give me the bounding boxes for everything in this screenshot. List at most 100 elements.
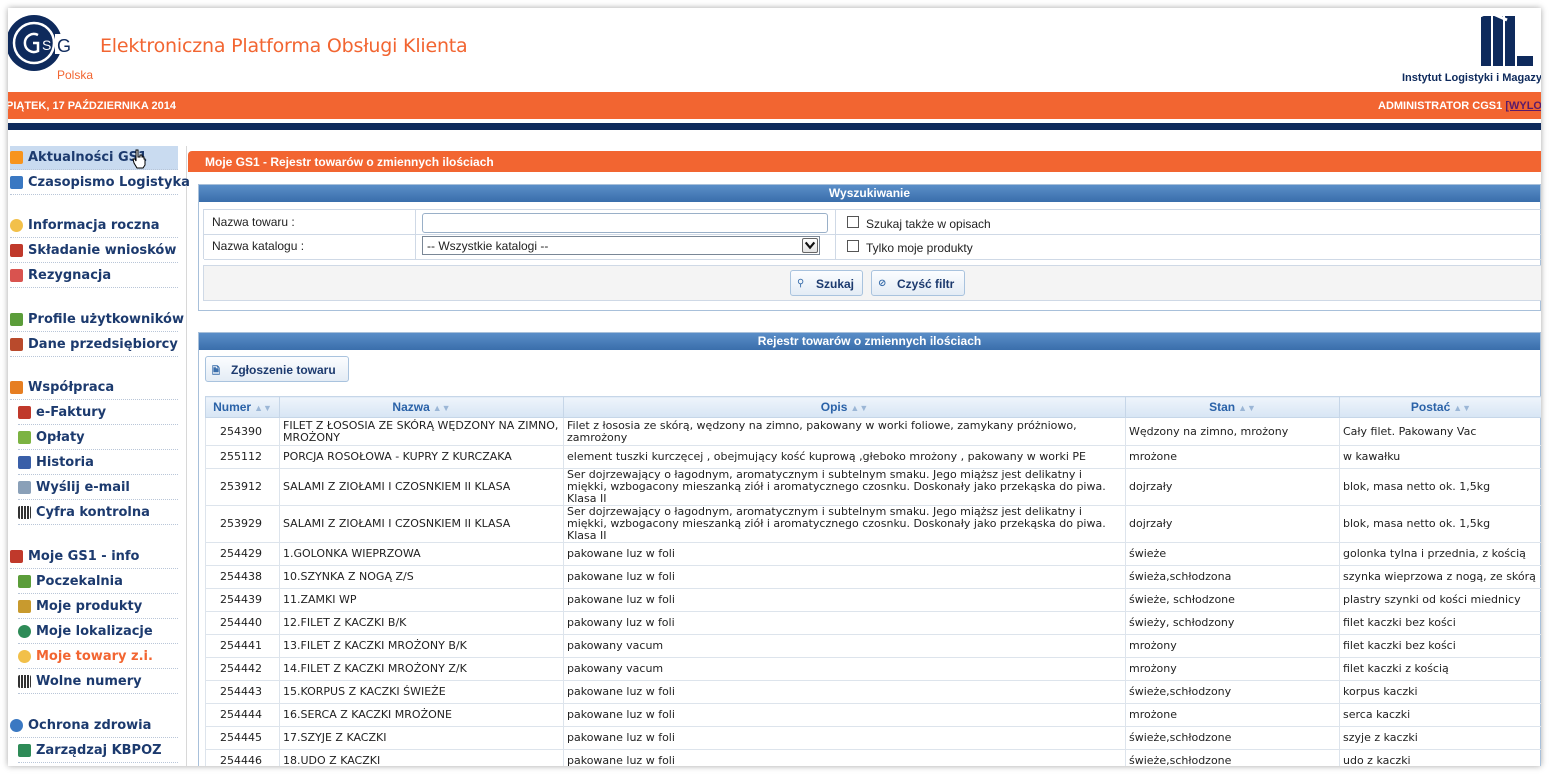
cell-opis: Ser dojrzewający o łagodnym, aromatyczny… <box>563 505 1126 543</box>
app-title: Elektroniczna Platforma Obsługi Klienta <box>100 35 468 57</box>
search-icon: ⚲ <box>797 278 805 289</box>
table-row[interactable]: 254442 14.FILET Z KACZKI MROŻONY Z/K pakow… <box>205 657 1541 681</box>
cell-opis: pakowane luz w foli <box>563 680 1126 704</box>
sidebar-item-dane[interactable]: Dane przedsiębiorcy <box>10 333 178 357</box>
invoice-icon <box>18 406 31 419</box>
sidebar-item-label: Moje lokalizacje <box>36 624 153 639</box>
sidebar-item-produkty[interactable]: Moje produkty <box>18 595 178 619</box>
name-label: Nazwa towaru : <box>212 215 295 229</box>
table-row[interactable]: 254439 11.ZAMKI WP pakowane luz w foli świe… <box>205 588 1541 612</box>
sidebar-item-towary-zi[interactable]: Moje towary z.i. <box>18 645 178 669</box>
sidebar-item-poczekalnia[interactable]: Poczekalnia <box>18 570 178 594</box>
cell-nazwa: 1.GOLONKA WIEPRZOWA <box>279 542 564 566</box>
catalog-select[interactable]: -- Wszystkie katalogi -- <box>422 236 820 255</box>
table-row[interactable]: 253929 SALAMI Z ZIOŁAMI I CZOSNKIEM II KL… <box>205 505 1541 543</box>
cell-numer: 253929 <box>205 505 280 543</box>
cell-stan: świeże,schłodzone <box>1125 749 1340 766</box>
register-table-wrap: Numer ▲▼ Nazwa ▲▼ Opis ▲▼ Stan ▲▼ Postać ▲▼ 2… <box>205 396 1541 766</box>
column-header-nazwa[interactable]: Nazwa ▲▼ <box>279 396 564 418</box>
sidebar-item-czasopismo[interactable]: Czasopismo Logistyka <box>10 171 190 195</box>
company-icon <box>10 338 23 351</box>
cell-stan: świeży, schłodzony <box>1125 611 1340 635</box>
clear-filter-button[interactable]: ⊘ Czyść filtr <box>871 270 965 296</box>
sidebar-item-aktualnosci[interactable]: Aktualności GS1 <box>10 146 178 170</box>
users-icon <box>10 313 23 326</box>
sidebar-item-ochrona[interactable]: Ochrona zdrowia <box>10 714 178 738</box>
sidebar-item-label: Profile użytkowników <box>28 312 184 327</box>
search-button[interactable]: ⚲ Szukaj <box>790 270 863 296</box>
table-row[interactable]: 254446 18.UDO Z KACZKI pakowane luz w foli… <box>205 749 1541 766</box>
cell-stan: świeże <box>1125 542 1340 566</box>
form-divider <box>415 210 416 260</box>
cell-stan: dojrzały <box>1125 505 1340 543</box>
sidebar-item-label: Ochrona zdrowia <box>28 718 152 733</box>
book-icon <box>18 744 31 757</box>
sidebar-item-wspolpraca[interactable]: Współpraca <box>10 376 178 400</box>
table-row[interactable]: 254438 10.SZYNKA Z NOGĄ Z/S pakowane luz w… <box>205 565 1541 589</box>
info-icon <box>10 219 23 232</box>
sidebar-item-informacja[interactable]: Informacja roczna <box>10 214 178 238</box>
cell-postac: Cały filet. Pakowany Vac <box>1339 417 1541 446</box>
table-row[interactable]: 254440 12.FILET Z KACZKI B/K pakowany luz … <box>205 611 1541 635</box>
catalog-label: Nazwa katalogu : <box>212 239 305 253</box>
table-row[interactable]: 253912 SALAMI Z ZIOŁAMI I CZOSNKIEM II KL… <box>205 468 1541 506</box>
column-header-postac[interactable]: Postać ▲▼ <box>1339 396 1541 418</box>
form-divider <box>835 210 836 260</box>
user-info: ADMINISTRATOR CGS1 [WYLOGUJ] <box>1378 100 1541 112</box>
table-row[interactable]: 254444 16.SERCA Z KACZKI MROŻONE pakowane … <box>205 703 1541 727</box>
main-content: Moje GS1 - Rejestr towarów o zmiennych i… <box>188 151 1541 766</box>
globe-icon <box>18 625 31 638</box>
column-header-stan[interactable]: Stan ▲▼ <box>1125 396 1340 418</box>
cell-nazwa: 17.SZYJE Z KACZKI <box>279 726 564 750</box>
cell-stan: mrożone <box>1125 445 1340 469</box>
ilim-logo[interactable] <box>1441 10 1541 72</box>
sidebar-item-lokalizacje[interactable]: Moje lokalizacje <box>18 620 178 644</box>
chevron-down-icon[interactable] <box>802 238 818 253</box>
ilim-name: Instytut Logistyki i Magazynowania <box>1402 72 1541 84</box>
column-header-opis[interactable]: Opis ▲▼ <box>563 396 1126 418</box>
sidebar-item-profile[interactable]: Profile użytkowników <box>10 308 184 332</box>
sort-icon: ▲▼ <box>1453 403 1472 413</box>
sidebar-item-email[interactable]: Wyślij e-mail <box>18 476 178 500</box>
table-row[interactable]: 255112 PORCJA ROSOŁOWA - KUPRY Z KURCZAKA… <box>205 445 1541 469</box>
only-mine-checkbox[interactable] <box>847 240 859 252</box>
table-row[interactable]: 254445 17.SZYJE Z KACZKI pakowane luz w fo… <box>205 726 1541 750</box>
sidebar-item-label: Współpraca <box>28 380 115 395</box>
cell-numer: 253912 <box>205 468 280 506</box>
sidebar-item-wolne-numery[interactable]: Wolne numery <box>18 670 178 694</box>
cell-postac: filet kaczki bez kości <box>1339 611 1541 635</box>
table-row[interactable]: 254443 15.KORPUS Z KACZKI ŚWIEŻE pakowane … <box>205 680 1541 704</box>
logout-link[interactable]: [WYLOGUJ] <box>1505 100 1541 112</box>
cell-stan: dojrzały <box>1125 468 1340 506</box>
table-row[interactable]: 254441 13.FILET Z KACZKI MROŻONY B/K pakow… <box>205 634 1541 658</box>
sidebar-item-label: Aktualności GS1 <box>28 150 148 165</box>
sidebar-item-oplaty[interactable]: Opłaty <box>18 426 178 450</box>
clear-filter-label: Czyść filtr <box>897 277 955 291</box>
table-row[interactable]: 254429 1.GOLONKA WIEPRZOWA pakowane luz w … <box>205 542 1541 566</box>
cell-postac: szyje z kaczki <box>1339 726 1541 750</box>
search-descriptions-checkbox[interactable] <box>847 216 859 228</box>
sidebar-item-cyfra[interactable]: Cyfra kontrolna <box>18 501 178 525</box>
column-header-numer[interactable]: Numer ▲▼ <box>205 396 280 418</box>
cell-numer: 255112 <box>205 445 280 469</box>
sidebar-item-efaktury[interactable]: e-Faktury <box>18 401 178 425</box>
cell-numer: 254390 <box>205 417 280 446</box>
sidebar-item-rezygnacja[interactable]: Rezygnacja <box>10 264 178 288</box>
gs1-logo[interactable]: S GS1 <box>8 12 70 74</box>
top-info-bar: PIĄTEK, 17 PAŹDZIERNIKA 2014 ADMINISTRAT… <box>8 92 1541 119</box>
cell-numer: 254442 <box>205 657 280 681</box>
add-product-button[interactable]: 🗎 Zgłoszenie towaru <box>205 356 349 382</box>
table-row[interactable]: 254390 FILET Z ŁOSOSIA ZE SKÓRĄ WĘDZONY N… <box>205 417 1541 446</box>
column-header-label: Numer <box>213 400 252 414</box>
sidebar-item-wnioski[interactable]: Składanie wniosków <box>10 239 178 263</box>
sidebar-item-kbpoz[interactable]: Zarządzaj KBPOZ <box>18 739 178 763</box>
product-name-input[interactable] <box>422 213 828 233</box>
form-divider <box>204 234 1541 235</box>
cell-numer: 254440 <box>205 611 280 635</box>
handshake-icon <box>10 381 23 394</box>
cell-stan: świeża,schłodzona <box>1125 565 1340 589</box>
sidebar-item-label: Moje produkty <box>36 599 143 614</box>
column-header-label: Stan <box>1209 400 1236 414</box>
sidebar-item-moje-gs1[interactable]: Moje GS1 - info <box>10 545 178 569</box>
sidebar-item-historia[interactable]: Historia <box>18 451 178 475</box>
